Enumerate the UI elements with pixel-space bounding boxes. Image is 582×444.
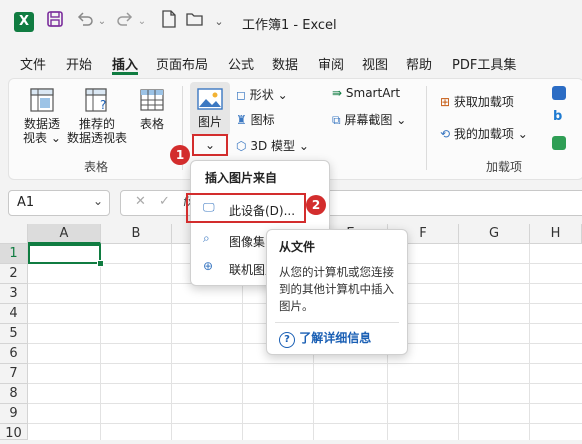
fill-handle[interactable]: [97, 260, 104, 267]
excel-logo-icon: X: [14, 12, 34, 32]
tab-view[interactable]: 视图: [362, 54, 388, 73]
row-header-9[interactable]: 9: [0, 404, 28, 424]
icons-button[interactable]: ♜ 图标: [236, 111, 275, 128]
tab-insert[interactable]: 插入: [112, 54, 138, 73]
tab-file[interactable]: 文件: [20, 54, 46, 73]
table-button[interactable]: 表格: [134, 86, 170, 131]
new-file-icon[interactable]: [158, 10, 180, 34]
save-icon[interactable]: [44, 10, 66, 34]
grid-line: [28, 363, 582, 364]
row-header-2[interactable]: 2: [0, 264, 28, 284]
redo-dropdown-icon[interactable]: ⌄: [136, 10, 148, 34]
addin-icon: ⟲: [440, 127, 451, 141]
redo-icon[interactable]: [114, 10, 136, 34]
3d-models-button[interactable]: ⬡ 3D 模型 ⌄: [236, 137, 309, 154]
icons-icon: ♜: [236, 113, 247, 127]
tooltip-from-file: 从文件 从您的计算机或您连接 到的其他计算机中插入 图片。 ? 了解详细信息: [266, 229, 408, 355]
cube-icon: ⬡: [236, 139, 247, 153]
grid-line: [100, 244, 101, 440]
smartart-icon: ⇛: [332, 86, 343, 100]
pivot-table-icon: [30, 88, 54, 112]
name-box[interactable]: A1 ⌄: [8, 190, 110, 216]
online-pictures-icon: ⊕: [203, 259, 214, 273]
tab-data[interactable]: 数据: [272, 54, 298, 73]
tables-group-label: 表格: [84, 160, 109, 174]
tab-review[interactable]: 审阅: [318, 54, 344, 73]
svg-text:?: ?: [100, 98, 106, 112]
open-folder-icon[interactable]: [184, 10, 206, 34]
picture-icon: [197, 88, 223, 110]
tab-home[interactable]: 开始: [66, 54, 92, 73]
row-header-3[interactable]: 3: [0, 284, 28, 304]
tab-pdf-tools[interactable]: PDF工具集: [452, 54, 516, 73]
stock-images-icon: ⌕: [203, 231, 210, 245]
selected-cell-a1[interactable]: [28, 244, 101, 264]
grid-line: [171, 244, 172, 440]
pictures-button[interactable]: 图片: [190, 82, 230, 136]
tab-page-layout[interactable]: 页面布局: [156, 54, 208, 73]
pictures-dropdown-highlight: [192, 134, 228, 156]
recommended-pivot-icon: ?: [85, 88, 107, 112]
help-icon: ?: [279, 332, 295, 348]
grid-line: [28, 383, 582, 384]
undo-icon[interactable]: [74, 10, 96, 34]
screenshot-button[interactable]: ⧉ 屏幕截图 ⌄: [332, 111, 406, 128]
shapes-icon: ◻: [236, 88, 246, 102]
shapes-button[interactable]: ◻ 形状 ⌄: [236, 86, 288, 103]
menu-header: 插入图片来自: [205, 171, 278, 185]
visio-icon[interactable]: [552, 86, 566, 100]
row-header-6[interactable]: 6: [0, 344, 28, 364]
addins-group-label: 加载项: [486, 160, 523, 174]
get-addins-button[interactable]: ⊞ 获取加载项: [440, 93, 514, 110]
name-box-dropdown-icon[interactable]: ⌄: [93, 194, 103, 208]
cancel-icon[interactable]: ✕: [135, 194, 146, 209]
tab-help[interactable]: 帮助: [406, 54, 432, 73]
screenshot-icon: ⧉: [332, 113, 341, 127]
group-divider: [426, 86, 427, 170]
grid-line: [28, 423, 582, 424]
people-graph-icon[interactable]: [552, 136, 566, 150]
pivot-table-button[interactable]: 数据透 视表 ⌄: [22, 86, 62, 145]
smartart-button[interactable]: ⇛ SmartArt: [332, 86, 400, 100]
active-tab-indicator: [112, 72, 138, 75]
table-icon: [140, 89, 164, 111]
enter-icon[interactable]: ✓: [159, 194, 170, 209]
grid-line: [529, 244, 530, 440]
row-header-1[interactable]: 1: [0, 244, 28, 264]
undo-dropdown-icon[interactable]: ⌄: [96, 10, 108, 34]
tooltip-title: 从文件: [279, 240, 316, 254]
step-2-badge: 2: [306, 195, 326, 215]
select-all-corner[interactable]: [0, 224, 28, 244]
column-header-a[interactable]: A: [28, 224, 101, 244]
tooltip-divider: [275, 322, 399, 323]
this-device-highlight: [186, 193, 306, 223]
tooltip-body: 从您的计算机或您连接 到的其他计算机中插入 图片。: [279, 265, 394, 313]
row-header-8[interactable]: 8: [0, 384, 28, 404]
column-header-h[interactable]: H: [530, 224, 582, 244]
row-header-5[interactable]: 5: [0, 324, 28, 344]
recommended-pivot-button[interactable]: ? 推荐的 数据透视表: [66, 86, 128, 145]
column-header-g[interactable]: G: [459, 224, 530, 244]
bing-icon[interactable]: b: [553, 110, 567, 124]
row-header-4[interactable]: 4: [0, 304, 28, 324]
store-icon: ⊞: [440, 95, 451, 109]
row-header-7[interactable]: 7: [0, 364, 28, 384]
ribbon-tabs: 文件 开始 插入 页面布局 公式 数据 审阅 视图 帮助 PDF工具集: [0, 48, 582, 76]
grid-line: [458, 244, 459, 440]
window-title: 工作簿1 - Excel: [242, 18, 337, 33]
column-header-b[interactable]: B: [101, 224, 172, 244]
tab-formulas[interactable]: 公式: [228, 54, 254, 73]
step-1-badge: 1: [170, 145, 190, 165]
my-addins-button[interactable]: ⟲ 我的加载项 ⌄: [440, 125, 528, 142]
customize-toolbar-icon[interactable]: ⌄: [212, 10, 226, 34]
row-header-10[interactable]: 10: [0, 424, 28, 441]
learn-more-link[interactable]: ? 了解详细信息: [279, 329, 371, 348]
grid-line: [28, 403, 582, 404]
